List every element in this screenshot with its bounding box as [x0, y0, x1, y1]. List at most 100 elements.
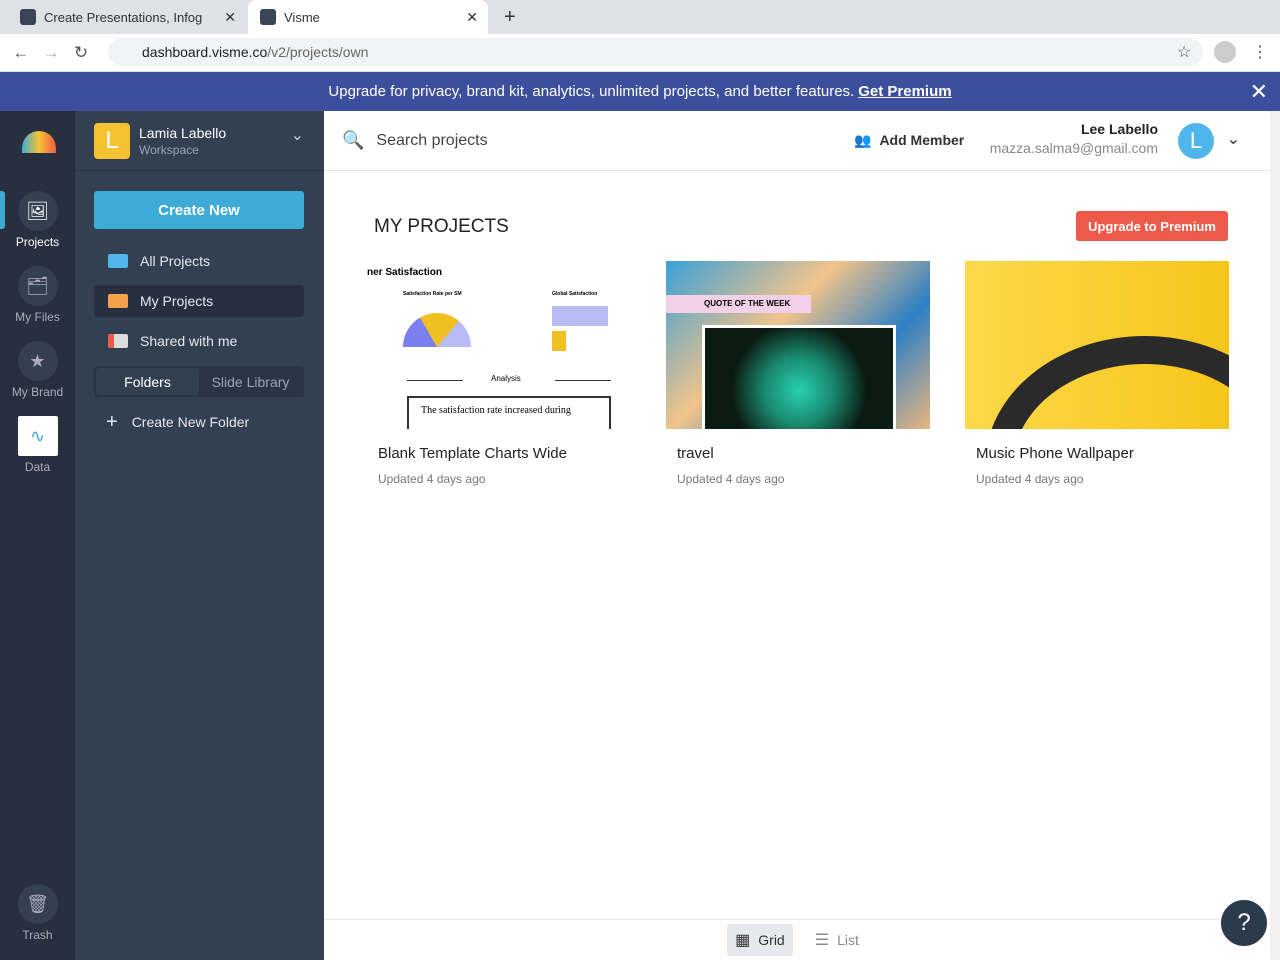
rail-label: Data: [24, 460, 51, 474]
back-icon[interactable]: ←: [6, 43, 36, 63]
rail-label: My Brand: [11, 385, 64, 399]
project-updated: Updated 4 days ago: [677, 472, 785, 486]
user-avatar[interactable]: L: [1178, 123, 1214, 159]
thumb-pie-chart: [403, 313, 471, 347]
list-icon: ☰: [814, 932, 830, 949]
bookmark-star-icon[interactable]: ☆: [1177, 42, 1191, 62]
close-tab-icon[interactable]: ✕: [466, 9, 478, 26]
project-title[interactable]: Music Phone Wallpaper: [976, 445, 1229, 462]
project-thumbnail[interactable]: QUOTE OF THE WEEK: [666, 261, 930, 429]
project-thumbnail[interactable]: ner Satisfaction Satisfaction Rate per S…: [367, 261, 631, 429]
workspace-avatar: L: [94, 122, 130, 159]
profile-icon[interactable]: [1214, 41, 1236, 63]
thumb-image: [702, 325, 896, 429]
banner-text: Upgrade for privacy, brand kit, analytic…: [328, 83, 855, 100]
plus-icon: +: [106, 410, 118, 433]
icon-rail: 🖼 Projects 🗂 My Files ★ My Brand ∿ Data 🗑 Tra…: [0, 111, 75, 960]
thumb-heading: ner Satisfaction: [367, 267, 443, 278]
visme-favicon-icon: [260, 9, 276, 25]
get-premium-link[interactable]: Get Premium: [858, 83, 951, 100]
sidebar-item-label: Shared with me: [140, 333, 238, 349]
grid-icon: ▦: [735, 932, 751, 949]
visme-favicon-icon: [20, 9, 36, 25]
project-card[interactable]: ner Satisfaction Satisfaction Rate per S…: [367, 261, 631, 486]
user-menu-chevron-icon[interactable]: ⌄: [1227, 129, 1240, 149]
chevron-down-icon: ⌄: [290, 127, 304, 144]
rail-my-files[interactable]: 🗂 My Files: [0, 266, 75, 324]
url-field[interactable]: dashboard.visme.co/v2/projects/own: [108, 38, 1203, 66]
thumb-textbox: The satisfaction rate increased during: [407, 396, 611, 429]
rail-trash[interactable]: 🗑 Trash: [0, 884, 75, 942]
rail-my-brand[interactable]: ★ My Brand: [0, 341, 75, 399]
thumb-headphone: [985, 336, 1229, 429]
files-icon: 🗂: [17, 266, 58, 306]
workspace-label: Workspace: [139, 142, 199, 157]
project-card[interactable]: Music Phone Wallpaper Updated 4 days ago: [965, 261, 1229, 486]
thumb-bar: [552, 306, 608, 326]
project-updated: Updated 4 days ago: [378, 472, 486, 486]
browser-tabbar: Create Presentations, Infog ✕ Visme ✕ +: [0, 0, 1280, 34]
thumb-analysis: Analysis: [491, 374, 521, 383]
projects-icon: 🖼: [17, 191, 58, 231]
sidebar-item-my-projects[interactable]: My Projects: [94, 285, 304, 317]
project-title[interactable]: Blank Template Charts Wide: [378, 445, 631, 462]
rail-label: Trash: [22, 928, 53, 942]
user-info: Lee Labello mazza.salma9@gmail.com: [990, 121, 1158, 156]
browser-tab[interactable]: Create Presentations, Infog ✕: [8, 0, 246, 34]
thumb-chart-title: Global Satisfaction: [552, 291, 598, 297]
grid-label: Grid: [758, 932, 785, 948]
search-input[interactable]: 🔍 Search projects: [342, 130, 488, 151]
list-label: List: [837, 932, 859, 948]
list-view-button[interactable]: ☰ List: [807, 924, 867, 956]
thumb-chart-title: Satisfaction Rate per SM: [403, 291, 462, 297]
add-member-label: Add Member: [879, 132, 965, 148]
close-tab-icon[interactable]: ✕: [224, 9, 236, 26]
forward-icon[interactable]: →: [36, 43, 66, 63]
sidebar-item-all-projects[interactable]: All Projects: [94, 245, 304, 277]
new-tab-button[interactable]: +: [492, 0, 528, 34]
create-new-button[interactable]: Create New: [94, 191, 304, 229]
thumb-bar: [552, 331, 566, 351]
project-card[interactable]: QUOTE OF THE WEEK travel Updated 4 days …: [666, 261, 930, 486]
page-title: MY PROJECTS: [374, 216, 509, 237]
search-icon: 🔍: [342, 130, 365, 150]
workspace-switcher[interactable]: L Lamia Labello Workspace ⌄: [75, 111, 324, 171]
url-path: /v2/projects/own: [267, 44, 369, 60]
create-new-folder-button[interactable]: + Create New Folder: [94, 406, 304, 438]
menu-icon[interactable]: ⋮: [1252, 42, 1268, 62]
rail-projects[interactable]: 🖼 Projects: [0, 191, 75, 249]
grid-view-button[interactable]: ▦ Grid: [727, 924, 793, 956]
brand-star-icon: ★: [17, 341, 58, 381]
reload-icon[interactable]: ↻: [66, 43, 96, 63]
project-title[interactable]: travel: [677, 445, 930, 462]
top-bar: 🔍 Search projects 👥 Add Member Lee Labello…: [324, 111, 1270, 171]
rail-data[interactable]: ∿ Data: [0, 416, 75, 474]
add-member-icon: 👥: [854, 132, 872, 148]
all-projects-icon: [108, 254, 128, 268]
browser-tab-active[interactable]: Visme ✕: [248, 0, 488, 34]
tab-title: Create Presentations, Infog: [44, 9, 203, 25]
workspace-name: Lamia Labello: [139, 124, 227, 141]
help-button[interactable]: ?: [1219, 898, 1269, 948]
scrollbar[interactable]: [1270, 111, 1280, 960]
rail-label: My Files: [15, 310, 60, 324]
tab-title: Visme: [284, 9, 320, 25]
search-placeholder: Search projects: [376, 131, 488, 149]
upgrade-premium-button[interactable]: Upgrade to Premium: [1076, 211, 1228, 241]
sidebar-item-label: All Projects: [140, 253, 211, 269]
create-folder-label: Create New Folder: [131, 414, 250, 430]
user-name: Lee Labello: [1080, 121, 1158, 137]
sidebar-item-label: My Projects: [140, 293, 214, 309]
tab-folders[interactable]: Folders: [96, 368, 199, 395]
sidebar-item-shared[interactable]: Shared with me: [94, 325, 304, 357]
folders-library-toggle: Folders Slide Library: [94, 366, 304, 397]
project-thumbnail[interactable]: [965, 261, 1229, 429]
view-toggle: ▦ Grid ☰ List: [324, 919, 1270, 960]
upgrade-banner: Upgrade for privacy, brand kit, analytic…: [0, 72, 1280, 111]
close-banner-icon[interactable]: ✕: [1250, 79, 1268, 105]
add-member-button[interactable]: 👥 Add Member: [854, 132, 964, 149]
project-updated: Updated 4 days ago: [976, 472, 1084, 486]
tab-slide-library[interactable]: Slide Library: [199, 368, 302, 395]
my-projects-icon: [108, 294, 128, 308]
sidebar: L Lamia Labello Workspace ⌄ Create New Al…: [75, 111, 324, 960]
